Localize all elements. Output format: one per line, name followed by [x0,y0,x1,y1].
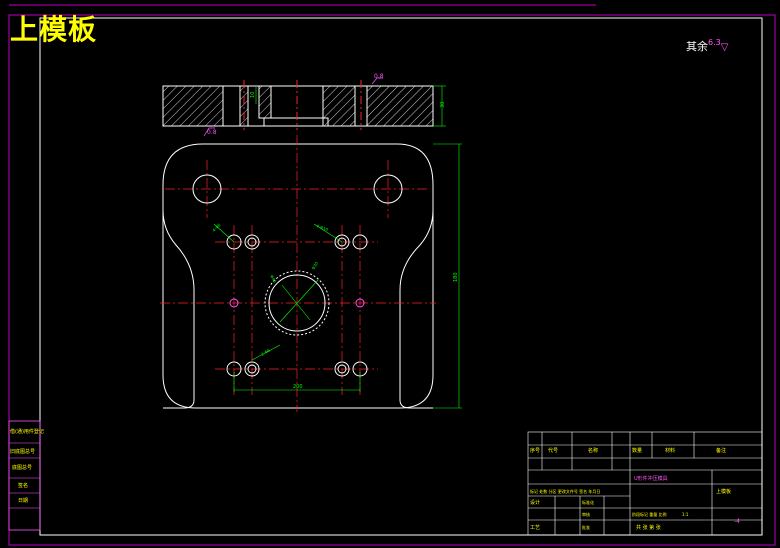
plan-view: 180 200 4-Φ6 4-Φ10 Φ40 Φ30 2-Φ6 [160,135,462,412]
title-block [527,431,763,536]
surface-mark-top: 0.8 [374,73,384,80]
stage-labels: 阶段标记 重量 比例 [632,511,667,517]
scale: 1:1 [682,512,689,517]
side-row-1: 借(通)用件登记 [10,428,44,435]
roughness-note: 其余6.3▽ [686,38,728,54]
col-name: 名称 [588,447,598,454]
side-row-2: 旧底图总号 [10,448,35,455]
dim-thickness: 30 [440,102,446,108]
col-material: 材料 [665,447,675,454]
dim-center: Φ40 [269,274,278,284]
title-block-text: 序号 代号 名称 数量 材料 备注 U形件冲压模具 上模板 标记 处数 分区 更… [530,447,740,531]
col-code: 代号 [548,447,558,454]
section-view: 30 10 0.8 0.8 [162,73,446,137]
drawing-title: 上模板 [10,13,98,46]
plate-outline [162,143,434,409]
dim-height: 180 [453,272,459,282]
col-seq: 序号 [530,447,540,454]
col-note: 备注 [716,447,726,454]
sheet-info: 共 张 第 张 [636,524,661,531]
side-row-5: 日期 [18,498,28,504]
roughness-label: 其余 [686,40,708,53]
label-design: 设计 [530,499,540,506]
side-row-4: 签名 [18,482,28,489]
dim-counterbore: 10 [250,92,256,98]
dim-pin: 2-Φ6 [260,347,271,356]
label-standardize: 标准化 [582,499,594,505]
hatch-right [366,85,434,127]
dim-width: 200 [293,384,303,390]
label-approve: 批准 [582,524,590,530]
roughness-symbol-icon: ▽ [720,42,729,53]
cad-drawing: 30 10 0.8 0.8 180 200 4-Φ6 4-Φ10 Φ40 Φ30… [8,4,776,546]
dim-guide-right: 4-Φ10 [316,223,330,232]
label-review: 审核 [582,511,590,517]
col-qty: 数量 [632,447,642,454]
drawing-no: -4 [734,518,740,525]
part-name: 上模板 [716,488,731,495]
dim-center-right: Φ30 [311,260,320,270]
label-process: 工艺 [530,525,540,531]
side-table: 借(通)用件登记 旧底图总号 底图总号 签名 日期 [8,420,44,531]
hatch-left-mid [258,85,272,119]
side-row-3: 底图总号 [12,464,32,471]
project-name: U形件冲压模具 [634,475,668,482]
hatch-left [162,85,224,127]
roughness-value: 6.3 [708,38,721,47]
dim-guide-left: 4-Φ6 [211,222,222,233]
surface-mark-bottom: 0.8 [207,129,217,136]
row-marks: 标记 处数 分区 更改文件号 签名 年月日 [530,488,600,494]
